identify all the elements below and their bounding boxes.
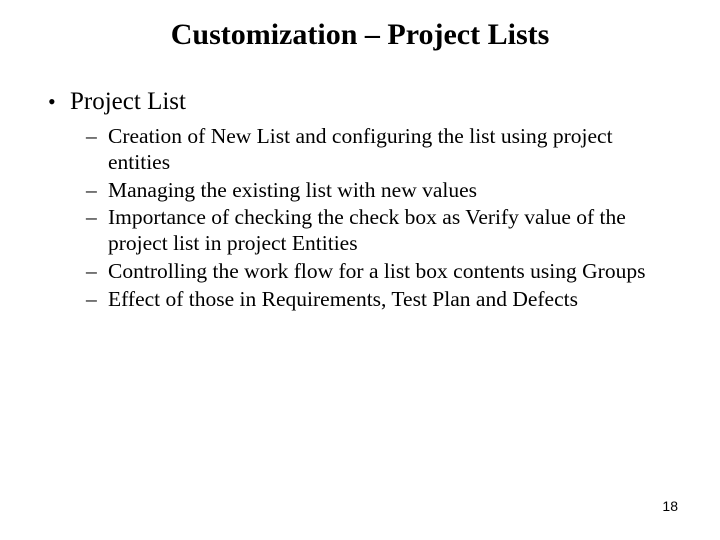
page-number: 18 [662, 498, 678, 514]
sub-bullet-item: Managing the existing list with new valu… [86, 178, 680, 204]
sub-bullet-item: Creation of New List and configuring the… [86, 124, 680, 176]
sub-bullet-item: Controlling the work flow for a list box… [86, 259, 680, 285]
sub-bullet-text: Managing the existing list with new valu… [108, 178, 477, 202]
bullet-item-project-list: Project List Creation of New List and co… [46, 88, 680, 313]
sub-bullet-item: Importance of checking the check box as … [86, 205, 680, 257]
sub-bullet-item: Effect of those in Requirements, Test Pl… [86, 287, 680, 313]
sub-bullet-text: Creation of New List and configuring the… [108, 124, 613, 174]
bullet-list-level2: Creation of New List and configuring the… [70, 124, 680, 313]
sub-bullet-text: Controlling the work flow for a list box… [108, 259, 645, 283]
sub-bullet-text: Importance of checking the check box as … [108, 205, 626, 255]
slide-title: Customization – Project Lists [70, 18, 650, 52]
slide-container: Customization – Project Lists Project Li… [0, 0, 720, 540]
bullet-text: Project List [70, 88, 186, 115]
bullet-list-level1: Project List Creation of New List and co… [40, 88, 680, 313]
sub-bullet-text: Effect of those in Requirements, Test Pl… [108, 287, 578, 311]
